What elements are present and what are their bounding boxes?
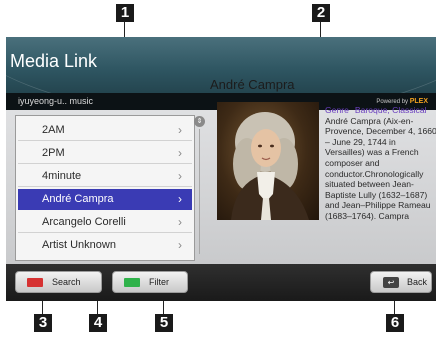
search-button-label: Search [52,277,81,287]
bio-line: André Campra (Aix-en- [325,115,414,126]
list-item[interactable]: 4minute › [18,166,192,187]
list-item-label: Artist Unknown [42,239,116,251]
breadcrumb: iyuyeong-u.. music [18,96,94,106]
callout-2: 2 [312,4,330,22]
list-item[interactable]: 2AM › [18,120,192,141]
list-item-label: 2AM [42,124,65,136]
callout-4: 4 [89,314,107,332]
artist-info: Genre Baroque, Classical André Campra (Ai… [325,105,436,255]
bio-line: (1683–1764). Campra [325,210,410,221]
powered-by-label: Powered by PLEX [376,98,428,105]
artist-list[interactable]: 2AM › 2PM › 4minute › André Campra › Arc… [15,115,195,261]
back-button[interactable]: ↩ Back [370,271,432,293]
callout-3-line [42,300,43,314]
chevron-right-icon: › [178,192,182,206]
bio-line: conductor.Chronologically [325,168,424,179]
bio-line: and Jean–Philippe Rameau [325,200,431,211]
genre-value: Baroque, Classical [354,105,427,115]
bio-line: Versailles) was a French [325,147,419,158]
chevron-right-icon: › [178,146,182,160]
media-link-screen: Media Link iyuyeong-u.. music Powered by… [6,37,436,301]
back-icon: ↩ [383,277,399,288]
green-key-icon [124,278,140,287]
genre-row: Genre Baroque, Classical [325,105,436,116]
list-item-label: Arcangelo Corelli [42,216,126,228]
list-scrollbar[interactable]: ⇕ [194,116,205,256]
genre-label: Genre [325,105,349,115]
bio-line: – June 29, 1744 in [325,136,396,147]
filter-button-label: Filter [149,277,169,287]
callout-6: 6 [386,314,404,332]
chevron-right-icon: › [178,238,182,252]
chevron-right-icon: › [178,123,182,137]
list-item-label: André Campra [42,193,114,205]
scroll-arrows-icon[interactable]: ⇕ [194,116,205,127]
filter-button[interactable]: Filter [112,271,188,293]
search-button[interactable]: Search [15,271,102,293]
list-item[interactable]: Artist Unknown › [18,235,192,256]
callout-5: 5 [155,314,173,332]
detail-title: André Campra [210,77,295,92]
list-item-label: 2PM [42,147,65,159]
bio-line: situated between Jean- [325,179,414,190]
list-item[interactable]: 2PM › [18,143,192,164]
chevron-right-icon: › [178,215,182,229]
bio-line: composer and [325,157,380,168]
list-item-label: 4minute [42,170,82,182]
list-item-selected[interactable]: André Campra › [18,189,192,210]
scrollbar-track [199,129,200,254]
list-item[interactable]: Arcangelo Corelli › [18,212,192,233]
bio-line: Provence, December 4, 1660 [325,126,436,137]
callout-1: 1 [116,4,134,22]
back-button-label: Back [407,277,428,287]
chevron-right-icon: › [178,169,182,183]
bio-line: Baptiste Lully (1632–1687) [325,189,428,200]
app-title: Media Link [10,51,98,71]
red-key-icon [27,278,43,287]
artist-portrait [217,102,319,220]
plex-logo: PLEX [409,98,428,105]
footer-bar: Search Filter ↩ Back [6,264,436,301]
callout-3: 3 [34,314,52,332]
